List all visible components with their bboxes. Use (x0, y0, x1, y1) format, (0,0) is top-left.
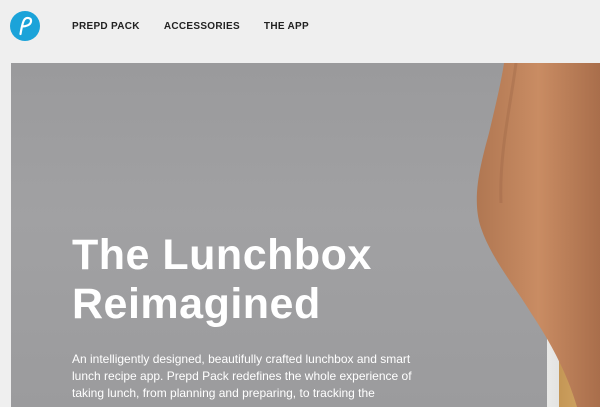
hero-headline: The Lunchbox Reimagined (72, 231, 372, 329)
hero-headline-line-1: The Lunchbox (72, 231, 372, 279)
nav-the-app[interactable]: THE APP (264, 21, 309, 33)
top-navigation-bar: PREPD PACK ACCESSORIES THE APP (0, 0, 600, 58)
hero-banner: The Lunchbox Reimagined An intelligently… (11, 63, 600, 407)
main-nav: PREPD PACK ACCESSORIES THE APP (72, 21, 333, 33)
prepd-logo-icon[interactable] (10, 11, 40, 41)
nav-accessories[interactable]: ACCESSORIES (164, 21, 240, 33)
hero-headline-line-2: Reimagined (72, 280, 321, 328)
nav-prepd-pack[interactable]: PREPD PACK (72, 21, 140, 33)
hero-description: An intelligently designed, beautifully c… (72, 352, 412, 400)
